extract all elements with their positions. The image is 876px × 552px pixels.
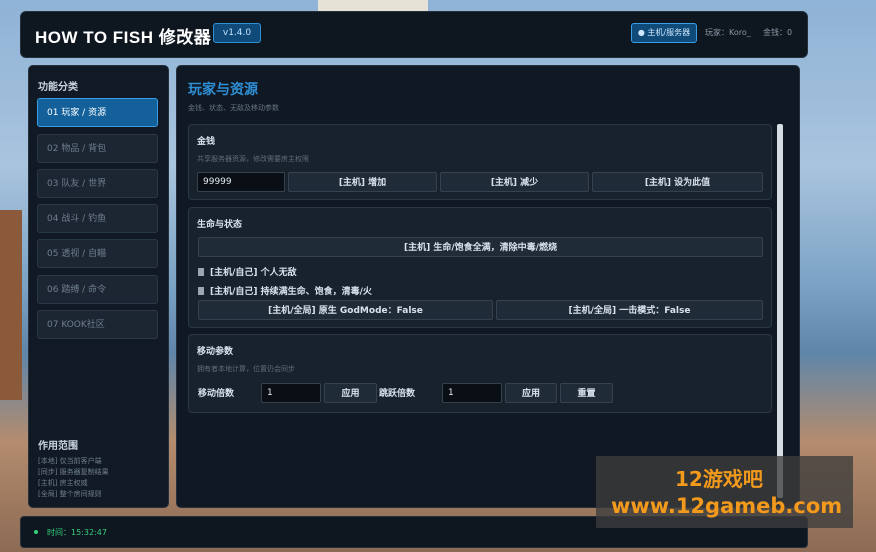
- version-badge: v1.4.0: [213, 23, 261, 43]
- scope-heading: 作用范围: [38, 441, 78, 452]
- sidebar-item-esp-aim[interactable]: 05 透视 / 自瞄: [37, 239, 158, 268]
- reset-button[interactable]: 重置: [560, 383, 613, 403]
- movement-card-title: 移动参数: [197, 347, 234, 357]
- movement-card: 移动参数 拥有者本地计算，位置仍会同步 移动倍数 1 应用 跳跃倍数 1 应用 …: [188, 334, 772, 413]
- money-card-title: 金钱: [197, 137, 216, 147]
- money-set-button[interactable]: [主机] 设为此值: [592, 172, 763, 192]
- scope-line-local: [本地] 仅当前客户端: [38, 457, 102, 465]
- background-boat: [0, 210, 22, 400]
- movement-card-subtitle: 拥有者本地计算，位置仍会同步: [197, 365, 295, 373]
- title-bar: HOW TO FISH 修改器 v1.4.0 ● 主机/服务器 玩家：Koro_…: [20, 11, 808, 58]
- god-mode-toggle[interactable]: [主机/自己] 个人无敌: [198, 265, 297, 278]
- scope-line-global: [全局] 整个房间规则: [38, 490, 102, 498]
- sidebar-item-combat-fishing[interactable]: 04 战斗 / 钓鱼: [37, 204, 158, 233]
- money-amount-input[interactable]: 99999: [197, 172, 285, 192]
- native-godmode-button[interactable]: [主机/全局] 原生 GodMode：False: [198, 300, 493, 320]
- scope-line-sync: [同步] 服务器复制结果: [38, 468, 109, 476]
- checkbox-icon: [198, 287, 204, 295]
- keep-full-toggle[interactable]: [主机/自己] 持续满生命、饱食，清毒/火: [198, 284, 372, 297]
- host-status-badge: ● 主机/服务器: [631, 23, 697, 43]
- money-card: 金钱 共享服务器资源，修改需要房主权限 99999 [主机] 增加 [主机] 减…: [188, 124, 772, 200]
- money-add-button[interactable]: [主机] 增加: [288, 172, 437, 192]
- jump-apply-button[interactable]: 应用: [505, 383, 557, 403]
- life-status-card: 生命与状态 [主机] 生命/饱食全满，清除中毒/燃烧 [主机/自己] 个人无敌 …: [188, 207, 772, 328]
- status-dot-icon: [34, 530, 38, 534]
- status-time: 时间：15:32:47: [47, 528, 107, 537]
- app-title: HOW TO FISH 修改器: [35, 28, 212, 47]
- jump-multiplier-label: 跳跃倍数: [379, 389, 416, 399]
- sidebar-item-team-world[interactable]: 03 队友 / 世界: [37, 169, 158, 198]
- life-card-title: 生命与状态: [197, 220, 243, 230]
- watermark-url: www.12gameb.com: [611, 494, 843, 518]
- full-heal-button[interactable]: [主机] 生命/饱食全满，清除中毒/燃烧: [198, 237, 763, 257]
- page-title: 玩家与资源: [188, 82, 258, 98]
- jump-multiplier-input[interactable]: 1: [442, 383, 502, 403]
- money-readout: 金钱：0: [763, 28, 793, 37]
- sidebar: 功能分类 01 玩家 / 资源 02 物品 / 背包 03 队友 / 世界 04…: [28, 65, 169, 508]
- sidebar-item-player-resources[interactable]: 01 玩家 / 资源: [37, 98, 158, 127]
- checkbox-icon: [198, 268, 204, 276]
- page-subtitle: 金钱、状态、无敌及移动参数: [188, 104, 279, 112]
- main-panel: 玩家与资源 金钱、状态、无敌及移动参数 金钱 共享服务器资源，修改需要房主权限 …: [176, 65, 800, 508]
- sidebar-item-commands[interactable]: 06 踏缚 / 命令: [37, 275, 158, 304]
- sidebar-heading: 功能分类: [38, 82, 78, 93]
- money-card-subtitle: 共享服务器资源，修改需要房主权限: [197, 155, 309, 163]
- one-hit-mode-button[interactable]: [主机/全局] 一击模式：False: [496, 300, 763, 320]
- move-multiplier-input[interactable]: 1: [261, 383, 321, 403]
- sidebar-item-items-backpack[interactable]: 02 物品 / 背包: [37, 134, 158, 163]
- move-multiplier-label: 移动倍数: [198, 389, 235, 399]
- move-apply-button[interactable]: 应用: [324, 383, 377, 403]
- scrollbar[interactable]: [777, 124, 783, 498]
- sidebar-item-kook-community[interactable]: 07 KOOK社区: [37, 310, 158, 339]
- money-subtract-button[interactable]: [主机] 减少: [440, 172, 589, 192]
- keep-full-label: [主机/自己] 持续满生命、饱食，清毒/火: [210, 287, 372, 297]
- watermark-title: 12游戏吧: [675, 467, 763, 491]
- scope-line-host: [主机] 房主权威: [38, 479, 88, 487]
- player-name: 玩家：Koro_: [705, 28, 751, 37]
- god-mode-label: [主机/自己] 个人无敌: [210, 268, 297, 278]
